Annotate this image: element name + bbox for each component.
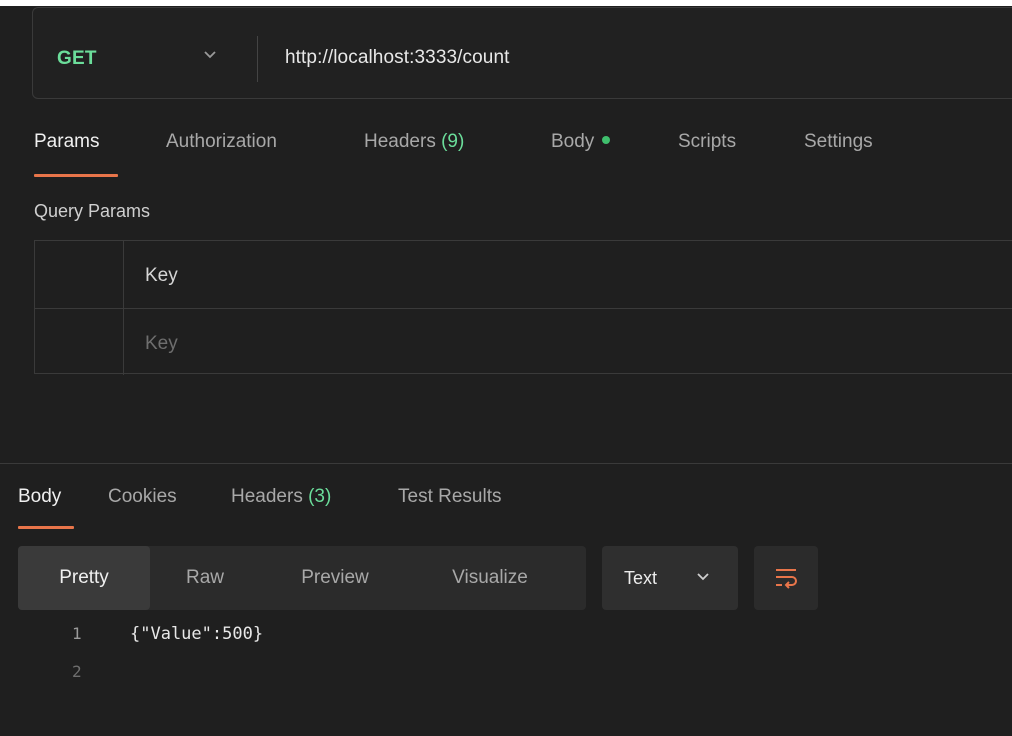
- line-number: 1: [72, 624, 82, 643]
- code-line: 1 {"Value":500}: [0, 624, 1012, 650]
- tab-response-headers[interactable]: Headers (3): [231, 486, 331, 508]
- window-top-edge: [0, 0, 1012, 6]
- tab-response-body[interactable]: Body: [18, 486, 61, 508]
- format-select[interactable]: Text: [602, 546, 738, 610]
- tab-scripts[interactable]: Scripts: [678, 131, 736, 153]
- checkbox-column: [35, 241, 124, 308]
- tab-headers-label: Headers: [364, 131, 436, 152]
- view-visualize-button[interactable]: Visualize: [410, 546, 570, 610]
- method-label: GET: [57, 48, 97, 69]
- row-checkbox-cell[interactable]: [35, 309, 124, 375]
- tab-body[interactable]: Body: [551, 131, 611, 153]
- chevron-down-icon: [697, 573, 709, 581]
- key-column-header: Key: [145, 265, 178, 286]
- tab-settings[interactable]: Settings: [804, 131, 873, 153]
- query-params-table: Key Key: [34, 240, 1012, 375]
- tab-body-label: Body: [551, 131, 595, 152]
- tab-headers-count: (9): [441, 131, 465, 152]
- tab-params[interactable]: Params: [34, 131, 99, 153]
- code-text[interactable]: {"Value":500}: [130, 624, 263, 644]
- active-response-tab-underline: [18, 526, 74, 529]
- url-input[interactable]: http://localhost:3333/count: [285, 47, 510, 69]
- view-pretty-button[interactable]: Pretty: [18, 546, 150, 610]
- method-select[interactable]: GET: [33, 8, 257, 98]
- view-preview-button[interactable]: Preview: [260, 546, 410, 610]
- view-raw-button[interactable]: Raw: [150, 546, 260, 610]
- tab-response-headers-label: Headers: [231, 486, 303, 507]
- query-params-title: Query Params: [34, 201, 151, 221]
- dot-icon: [602, 135, 611, 144]
- wrap-lines-icon: [776, 569, 797, 589]
- request-url-bar: GET http://localhost:3333/count: [32, 7, 1012, 99]
- tab-cookies[interactable]: Cookies: [108, 486, 177, 508]
- view-mode-group: Pretty Raw Preview Visualize: [18, 546, 586, 610]
- format-label: Text: [624, 568, 658, 588]
- tab-response-headers-count: (3): [308, 486, 332, 507]
- key-input[interactable]: Key: [145, 333, 178, 355]
- url-divider: [257, 36, 258, 82]
- params-empty-row: Key: [35, 308, 1012, 375]
- tab-authorization[interactable]: Authorization: [166, 131, 277, 153]
- response-divider[interactable]: [0, 463, 1012, 464]
- code-line: 2: [0, 662, 1012, 688]
- tab-headers[interactable]: Headers (9): [364, 131, 464, 153]
- wrap-lines-button[interactable]: [754, 546, 818, 610]
- active-tab-underline: [34, 174, 118, 177]
- chevron-down-icon: [204, 51, 216, 59]
- tab-test-results[interactable]: Test Results: [398, 486, 501, 508]
- line-number: 2: [72, 662, 82, 681]
- params-header-row: Key: [35, 241, 1012, 308]
